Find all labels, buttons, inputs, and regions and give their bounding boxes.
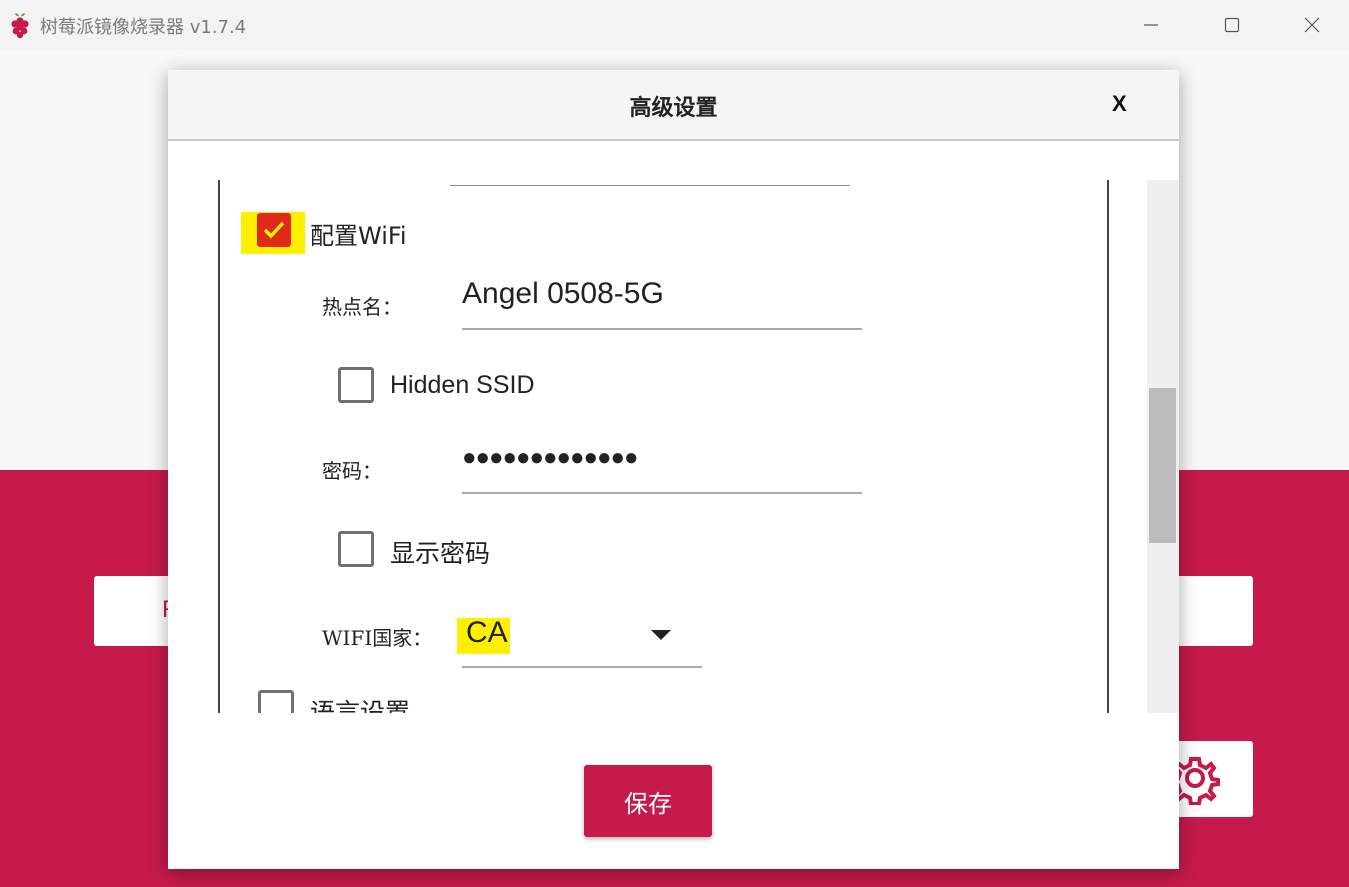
hidden-ssid-checkbox[interactable]: [338, 367, 374, 403]
language-settings-label: 语言设置: [310, 698, 411, 713]
country-underline: [462, 666, 702, 668]
dropdown-arrow-icon[interactable]: [650, 629, 672, 641]
maximize-icon: [1224, 17, 1240, 33]
minimize-icon: [1144, 24, 1158, 26]
checkmark-icon: [263, 221, 285, 239]
wifi-country-label: WIFI国家：: [322, 626, 433, 650]
settings-scroll-area: 配置WiFi 热点名： Angel 0508-5G Hidden SSID 密码…: [168, 180, 1146, 713]
maximize-button[interactable]: [1212, 8, 1252, 42]
ssid-input[interactable]: Angel 0508-5G: [462, 277, 664, 311]
close-icon: [1304, 17, 1320, 33]
dialog-title: 高级设置: [629, 96, 718, 121]
save-button[interactable]: 保存: [584, 765, 712, 837]
dialog-close-button[interactable]: X: [1112, 91, 1127, 117]
dialog-header: 高级设置 X: [168, 70, 1179, 141]
raspberry-logo-icon: [11, 13, 29, 39]
configure-wifi-label: 配置WiFi: [310, 222, 407, 250]
window-title: 树莓派镜像烧录器 v1.7.4: [40, 17, 247, 38]
language-settings-checkbox[interactable]: [258, 690, 294, 713]
ssid-underline: [462, 328, 862, 330]
scrollbar-thumb[interactable]: [1149, 388, 1176, 543]
scrollbar[interactable]: [1147, 180, 1179, 713]
advanced-settings-dialog: 高级设置 X 配置WiFi 热点名： Angel 0508-5G Hidden …: [168, 70, 1179, 869]
password-label: 密码：: [322, 459, 382, 483]
group-border-right: [1107, 180, 1109, 713]
ssid-label: 热点名：: [322, 295, 402, 319]
minimize-button[interactable]: [1131, 8, 1171, 42]
group-border-left: [218, 180, 220, 713]
show-password-checkbox[interactable]: [338, 531, 374, 567]
configure-wifi-checkbox[interactable]: [257, 213, 291, 247]
hidden-ssid-label: Hidden SSID: [390, 371, 535, 399]
show-password-label: 显示密码: [390, 539, 491, 568]
close-window-button[interactable]: [1292, 8, 1332, 42]
password-underline: [462, 492, 862, 494]
password-input[interactable]: ●●●●●●●●●●●●●: [462, 444, 638, 472]
wifi-country-select[interactable]: CA: [466, 616, 508, 650]
title-bar: 树莓派镜像烧录器 v1.7.4: [0, 0, 1349, 50]
previous-field-underline: [450, 185, 850, 186]
